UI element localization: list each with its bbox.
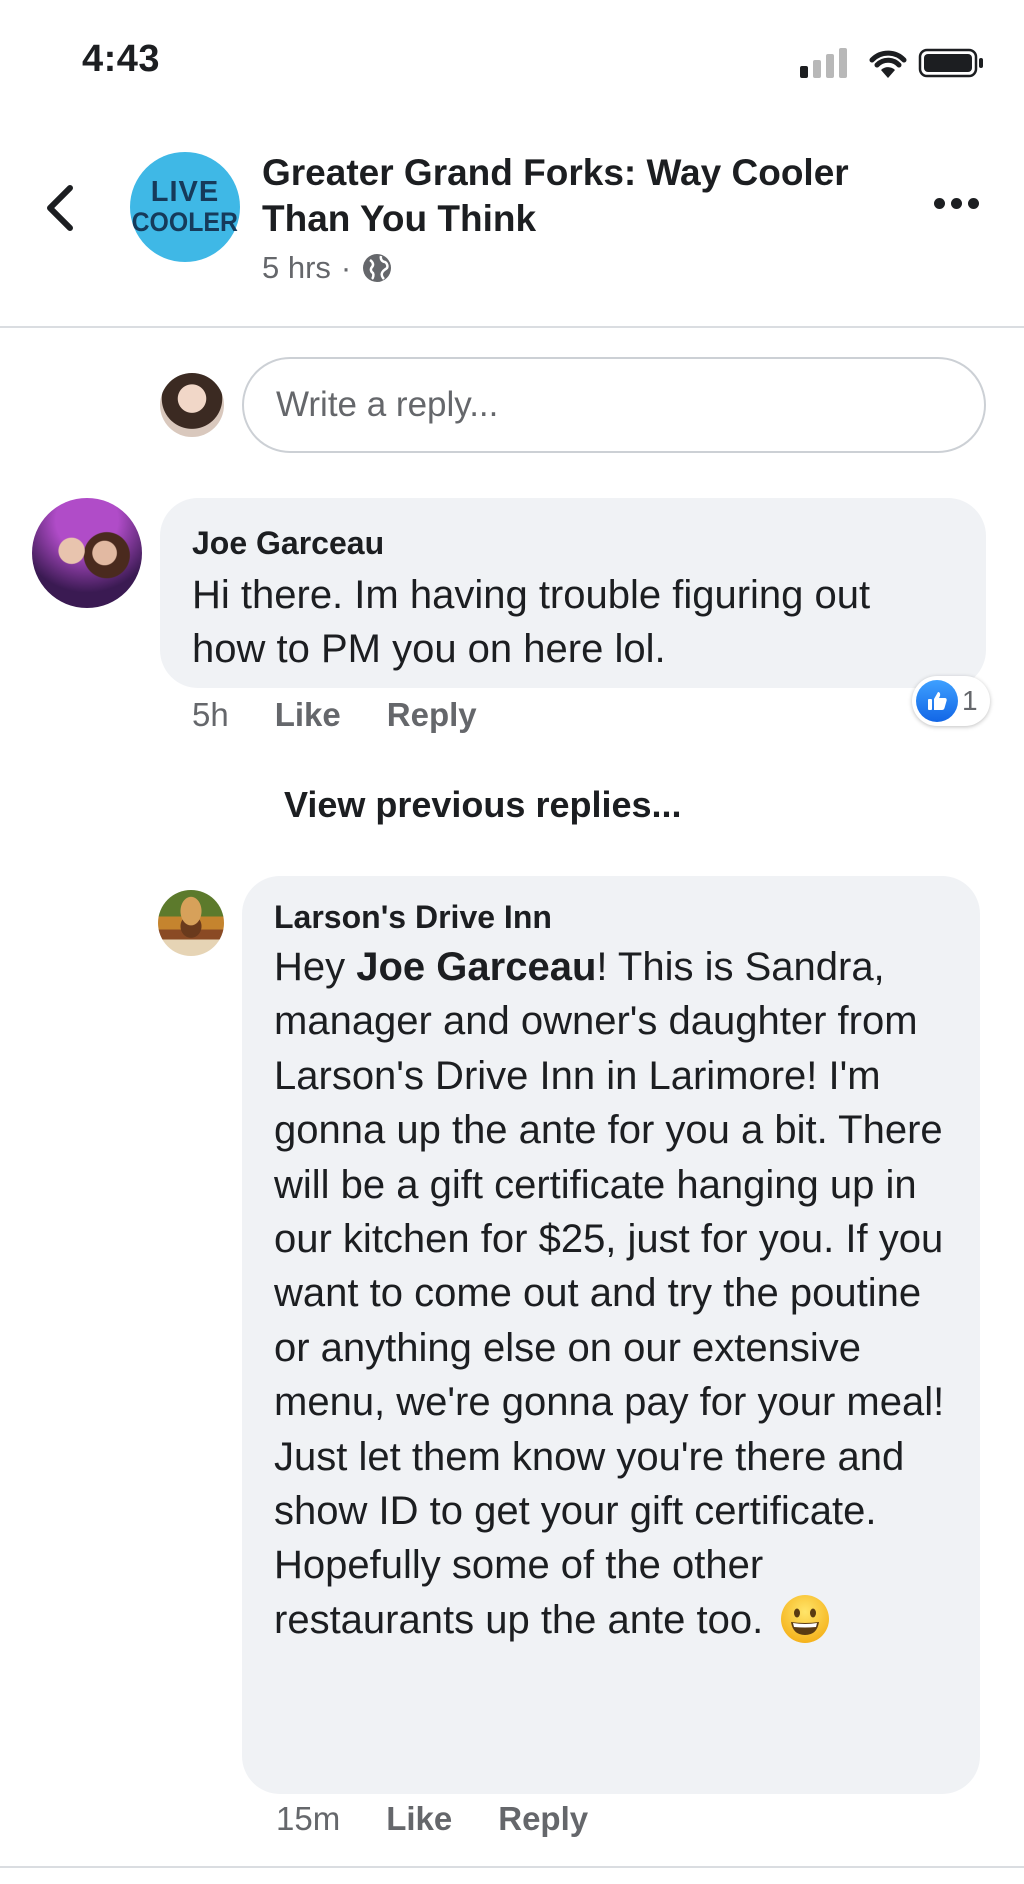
- grinning-face-icon: [781, 1594, 830, 1643]
- comment-actions: 5h Like Reply: [192, 696, 477, 734]
- comment-bubble: Joe Garceau Hi there. Im having trouble …: [160, 498, 986, 688]
- like-button[interactable]: Like: [275, 696, 341, 734]
- reply-bubble: Larson's Drive Inn Hey Joe Garceau! This…: [242, 876, 980, 1794]
- wifi-icon: [869, 50, 907, 78]
- reply-author[interactable]: Larson's Drive Inn: [274, 896, 952, 938]
- reply-reply-button[interactable]: Reply: [498, 1800, 588, 1838]
- battery-icon: [918, 48, 983, 78]
- cellular-signal-icon: [800, 48, 847, 78]
- reply-like-button[interactable]: Like: [386, 1800, 452, 1838]
- reply-text: Hey Joe Garceau! This is Sandra, manager…: [274, 940, 952, 1647]
- post-meta: 5 hrs ·: [262, 250, 393, 286]
- page-title[interactable]: Greater Grand Forks: Way Cooler Than You…: [262, 150, 902, 242]
- reply-actions: 15m Like Reply: [276, 1800, 588, 1838]
- reaction-count: 1: [962, 685, 978, 716]
- avatar-text-live: LIVE: [150, 176, 220, 208]
- page-avatar[interactable]: LIVE COOLER: [130, 152, 240, 262]
- comment-text: Hi there. Im having trouble figuring out…: [192, 573, 871, 671]
- reaction-summary[interactable]: 1: [912, 676, 990, 726]
- back-chevron-icon[interactable]: [42, 182, 78, 234]
- thumbs-up-icon: [916, 680, 958, 722]
- reply-greeting: Hey: [274, 945, 357, 989]
- meta-separator: ·: [340, 250, 352, 285]
- more-options-icon[interactable]: [934, 198, 979, 209]
- avatar-text-cooler: COOLER: [131, 207, 239, 237]
- comment-time: 5h: [192, 696, 229, 733]
- current-user-avatar: [160, 373, 224, 437]
- status-time: 4:43: [82, 38, 161, 80]
- header-divider: [0, 326, 1024, 328]
- reply-button[interactable]: Reply: [387, 696, 477, 734]
- replier-avatar[interactable]: [158, 890, 224, 956]
- view-previous-replies-link[interactable]: View previous replies...: [284, 784, 682, 826]
- comment-author[interactable]: Joe Garceau: [192, 522, 954, 564]
- mention-link[interactable]: Joe Garceau: [356, 945, 596, 989]
- reply-input[interactable]: Write a reply...: [242, 357, 986, 453]
- reply-input-placeholder: Write a reply...: [276, 385, 499, 424]
- commenter-avatar[interactable]: [32, 498, 142, 608]
- reply-time: 15m: [276, 1800, 341, 1837]
- post-time: 5 hrs: [262, 250, 331, 285]
- bottom-divider: [0, 1866, 1024, 1868]
- globe-icon: [363, 254, 392, 282]
- reply-body: ! This is Sandra, manager and owner's da…: [274, 945, 945, 1642]
